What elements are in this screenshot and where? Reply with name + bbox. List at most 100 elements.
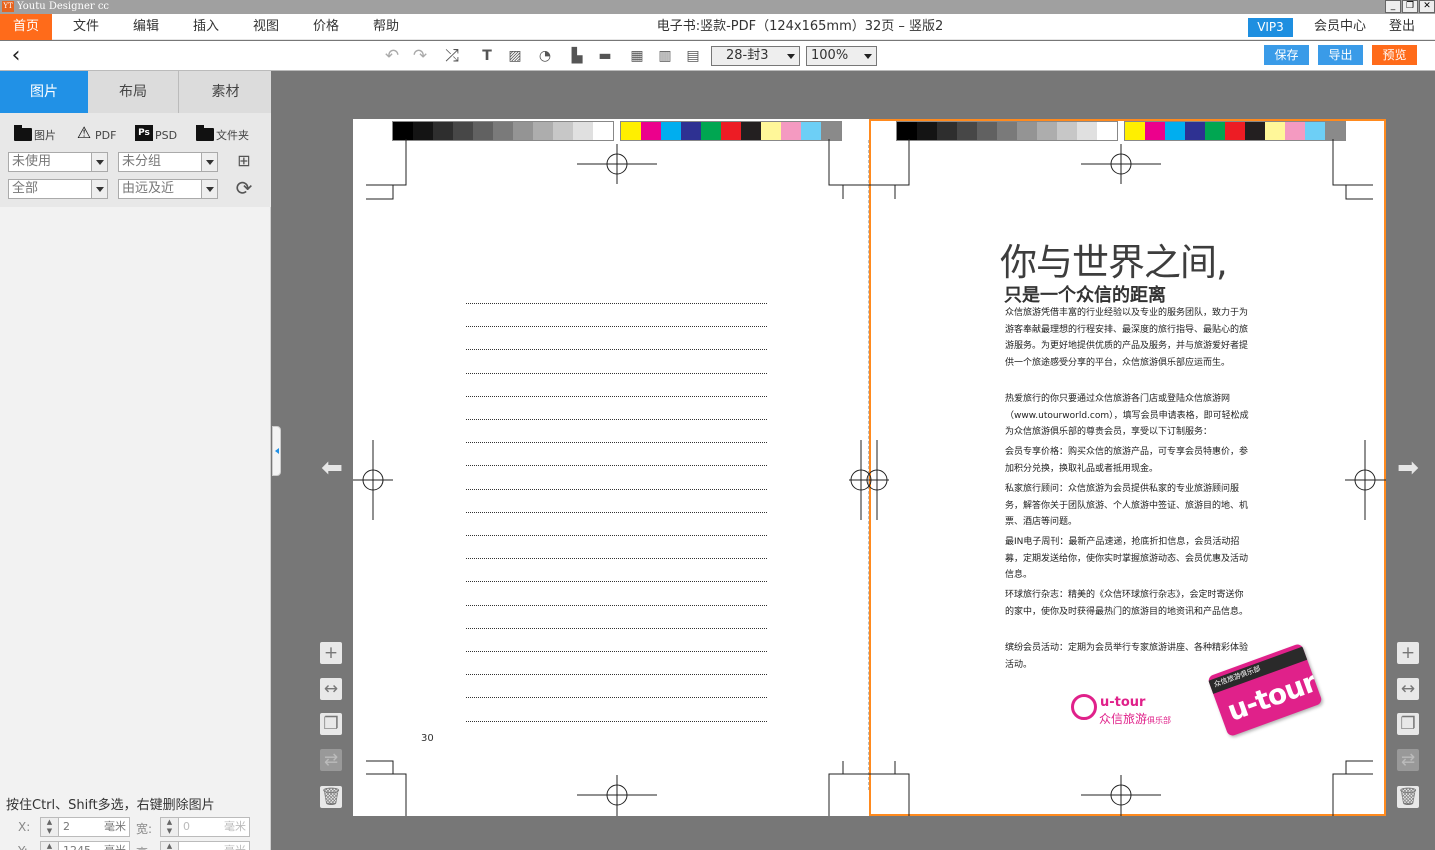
psd-icon: Ps — [135, 125, 153, 141]
stepper-icon[interactable]: ▲▼ — [161, 818, 179, 836]
paragraph: 众信旅游凭借丰富的行业经验以及专业的服务团队，致力于为游客奉献最理想的行程安排、… — [1005, 308, 1249, 368]
chevron-down-icon — [787, 54, 795, 59]
book-view-icon[interactable]: ▥ — [654, 45, 676, 67]
x-field[interactable]: ▲ ▼ 2 毫米 — [40, 817, 130, 837]
delete-page-icon[interactable]: 🗑 — [1397, 786, 1419, 808]
tab-layout[interactable]: 布局 — [88, 71, 179, 113]
note-line — [466, 651, 767, 652]
vip-badge[interactable]: VIP3 — [1248, 18, 1293, 37]
align-left-icon[interactable]: ▙ — [566, 45, 588, 67]
note-line — [466, 488, 767, 490]
shape-tool-icon[interactable]: ◔ — [534, 45, 556, 67]
y-field[interactable]: ▲▼1245毫米 — [40, 841, 130, 850]
note-line — [466, 349, 767, 351]
x-label: X: — [18, 820, 31, 834]
pdf-icon: ⚠ — [76, 123, 92, 142]
grid-view-icon[interactable]: ▦ — [626, 45, 648, 67]
filetype-psd[interactable]: Ps PSD — [135, 125, 177, 145]
menu-home[interactable]: 首页 — [0, 14, 52, 40]
note-line — [466, 535, 767, 536]
note-line — [466, 303, 767, 304]
add-page-icon[interactable]: + — [1397, 642, 1419, 664]
menu-price[interactable]: 价格 — [302, 14, 350, 40]
restore-icon[interactable]: ❐ — [1402, 0, 1418, 13]
toolbar: ‹ ↶ ↷ ⤮ T ▨ ◔ ▙ ▬ ▦ ▥ ▤ 28-封3 100% 保存 导出… — [0, 41, 1435, 71]
logout-link[interactable]: 登出 — [1380, 14, 1424, 40]
left-panel: 图片 布局 素材 图片 ⚠ PDF Ps PSD 文件夹 未使用 未分组 ⊞ 全部 … — [0, 71, 271, 850]
chevron-down-icon — [864, 54, 872, 59]
stepper-icon[interactable]: ▲▼ — [41, 842, 59, 850]
page-select[interactable]: 28-封3 — [711, 46, 800, 66]
filetype-image[interactable]: 图片 — [14, 125, 56, 145]
width-field[interactable]: ▲ ▼ 0 毫米 — [160, 817, 250, 837]
resize-page-icon[interactable]: ↔ — [1397, 678, 1419, 700]
note-line — [466, 419, 767, 420]
note-line — [466, 627, 767, 629]
refresh-icon[interactable]: ⟳ — [233, 177, 255, 199]
filetype-pdf[interactable]: ⚠ PDF — [75, 123, 117, 145]
note-line — [466, 604, 767, 606]
group-filter-select[interactable]: 未分组 — [118, 152, 218, 172]
chevron-down-icon — [91, 153, 107, 171]
menu-file[interactable]: 文件 — [62, 14, 110, 40]
usage-filter-select[interactable]: 未使用 — [8, 152, 108, 172]
height-label: 高: — [136, 844, 152, 850]
utour-logo-text: u-tour — [1100, 695, 1146, 710]
window-title-bar: YT Youtu Designer cc — [0, 0, 1435, 14]
zoom-select[interactable]: 100% — [806, 46, 877, 66]
note-line — [466, 442, 767, 444]
multi-select-hint: 按住Ctrl、Shift多选，右键删除图片 — [6, 798, 215, 813]
copy-page-icon[interactable]: ❐ — [320, 713, 342, 735]
scope-filter-select[interactable]: 全部 — [8, 179, 108, 199]
minimize-icon[interactable]: _ — [1385, 0, 1401, 13]
prev-page-icon[interactable]: ⬅ — [318, 455, 346, 481]
delete-page-icon[interactable]: 🗑 — [320, 786, 342, 808]
paragraph: 私家旅行顾问：众信旅游为会员提供私家的专业旅游顾问服务，解答你关于团队旅游、个人… — [1005, 484, 1249, 527]
copy-page-icon[interactable]: ❐ — [1397, 713, 1419, 735]
paragraph: 热爱旅行的你只要通过众信旅游各门店或登陆众信旅游网（www.utourworld… — [1005, 394, 1249, 437]
preview-button[interactable]: 预览 — [1372, 45, 1417, 65]
shuffle-icon[interactable]: ⤮ — [441, 45, 463, 67]
resize-page-icon[interactable]: ↔ — [320, 678, 342, 700]
undo-icon[interactable]: ↶ — [381, 45, 403, 67]
page-view-icon[interactable]: ▤ — [682, 45, 704, 67]
add-page-icon[interactable]: + — [320, 642, 342, 664]
save-button[interactable]: 保存 — [1264, 45, 1309, 65]
filetype-folder[interactable]: 文件夹 — [196, 125, 249, 145]
menu-insert[interactable]: 插入 — [182, 14, 230, 40]
export-button[interactable]: 导出 — [1318, 45, 1363, 65]
menu-view[interactable]: 视图 — [242, 14, 290, 40]
note-line — [466, 674, 767, 676]
note-line — [466, 395, 767, 397]
panel-collapse-handle[interactable] — [272, 426, 281, 476]
page-number: 30 — [421, 733, 434, 744]
panel-tabs: 图片 布局 素材 — [0, 71, 271, 113]
note-line — [466, 511, 767, 513]
text-tool-icon[interactable]: T — [476, 45, 498, 67]
redo-icon[interactable]: ↷ — [409, 45, 431, 67]
y-label: Y: — [18, 844, 28, 850]
width-label: 宽: — [136, 822, 153, 836]
stepper-icon[interactable]: ▲▼ — [161, 842, 179, 850]
height-field[interactable]: ▲▼毫米 — [160, 841, 250, 850]
next-page-icon[interactable]: ➡ — [1394, 455, 1422, 481]
tab-material[interactable]: 素材 — [180, 71, 271, 113]
utour-logo-icon — [1071, 694, 1097, 720]
swap-page-icon[interactable]: ⇄ — [320, 749, 342, 771]
menu-bar: 首页 文件 编辑 插入 视图 价格 帮助 电子书:竖款-PDF（124x165m… — [0, 14, 1435, 40]
close-icon[interactable]: ✕ — [1419, 0, 1435, 13]
align-icon[interactable]: ▬ — [594, 45, 616, 67]
note-line — [466, 558, 767, 560]
back-icon[interactable]: ‹ — [5, 45, 27, 67]
tab-images[interactable]: 图片 — [0, 71, 88, 113]
member-center-link[interactable]: 会员中心 — [1304, 14, 1376, 40]
sort-filter-select[interactable]: 由远及近 — [118, 179, 218, 199]
image-tool-icon[interactable]: ▨ — [504, 45, 526, 67]
menu-help[interactable]: 帮助 — [362, 14, 410, 40]
app-logo: YT — [2, 1, 14, 12]
grid-icon[interactable]: ⊞ — [235, 152, 253, 170]
stepper-icon[interactable]: ▲▼ — [41, 818, 59, 836]
swap-page-icon[interactable]: ⇄ — [1397, 749, 1419, 771]
document-title: 电子书:竖款-PDF（124x165mm）32页 – 竖版2 — [656, 19, 944, 34]
menu-edit[interactable]: 编辑 — [122, 14, 170, 40]
